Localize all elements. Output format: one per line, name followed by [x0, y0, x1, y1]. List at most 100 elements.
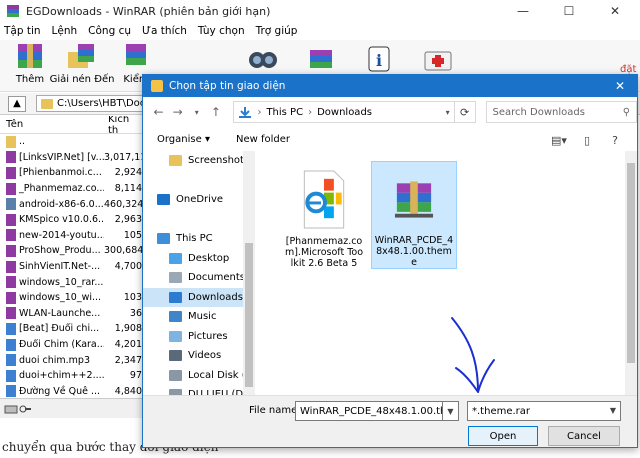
file-view[interactable]: [Phanmemaz.com].Microsoft Toolkit 2.6 Be… [255, 151, 637, 395]
recent-chevron-icon[interactable]: ▾ [189, 108, 204, 117]
chevron-right-icon: › [308, 106, 313, 118]
breadcrumb-this-pc[interactable]: This PC [266, 107, 303, 118]
file-name-dropdown[interactable]: ▼ [443, 401, 459, 421]
rar-file-icon [6, 182, 16, 195]
minimize-button[interactable]: — [500, 0, 546, 22]
nav-item-label: Screenshots [188, 155, 250, 167]
file-size: 300,684 [104, 245, 144, 257]
column-name[interactable]: Tên [0, 119, 104, 130]
file-name-cell: _Phanmemaz.co... [0, 182, 104, 195]
file-view-scroll-thumb[interactable] [627, 163, 635, 363]
search-input[interactable]: Search Downloads ⚲ [485, 101, 638, 123]
file-size: 103 [123, 292, 142, 304]
nav-item-local-disk-c[interactable]: Local Disk (C:) [143, 366, 255, 386]
table-row[interactable]: Đường Về Quê ... 4,840 [0, 384, 150, 399]
table-row[interactable]: SinhVienIT.Net-... 4,700 [0, 259, 150, 275]
file-size: 2,924 [114, 167, 142, 179]
nav-item-label: Documents [188, 272, 246, 284]
nav-item-music[interactable]: Music [143, 307, 255, 327]
cancel-button[interactable]: Cancel [548, 426, 620, 446]
nav-item-videos[interactable]: Videos [143, 346, 255, 366]
nav-item-downloads[interactable]: Downloads [143, 287, 255, 307]
folder-up-icon [6, 135, 16, 148]
dialog-close-button[interactable]: ✕ [615, 79, 625, 93]
table-row[interactable]: duoi+chim++2.... 97 [0, 368, 150, 384]
menu-help[interactable]: Trợ giúp [256, 25, 298, 37]
nav-item-documents[interactable]: Documents [143, 268, 255, 288]
menu-bar: Tập tin Lệnh Công cụ Ưa thích Tùy chọn T… [0, 22, 640, 40]
table-row[interactable]: windows_10_rar... [0, 274, 150, 290]
extract-to-button[interactable]: Giải nén Đến [50, 42, 114, 85]
breadcrumb-downloads[interactable]: Downloads [317, 107, 372, 118]
dialog-title: Chọn tập tin giao diện [169, 80, 286, 92]
change-view-icon[interactable]: ▤▾ [549, 133, 569, 147]
table-row[interactable]: [LinksVIP.Net] [v...3,017,117 [0, 150, 150, 166]
maximize-button[interactable]: ☐ [546, 0, 592, 22]
table-row[interactable]: windows_10_wi... 103 [0, 290, 150, 306]
file-type-select[interactable]: *.theme.rar ▼ [467, 401, 621, 421]
nav-item-this-pc[interactable]: This PC [143, 229, 255, 249]
nav-item-desktop[interactable]: Desktop [143, 249, 255, 269]
navigation-scroll-thumb[interactable] [245, 243, 253, 387]
menu-tools[interactable]: Công cụ [88, 25, 131, 37]
file-tile-toolkit[interactable]: [Phanmemaz.com].Microsoft Toolkit 2.6 Be… [281, 161, 367, 269]
table-row[interactable]: .. [0, 134, 150, 150]
audio-file-icon [6, 354, 16, 367]
file-view-scrollbar[interactable] [625, 151, 637, 395]
close-button[interactable]: ✕ [592, 0, 638, 22]
table-row[interactable]: KMSpico v10.0.6... 2,963 [0, 212, 150, 228]
file-name: _Phanmemaz.co... [19, 183, 104, 195]
file-name: WLAN-Launche... [19, 307, 101, 319]
up-arrow-icon[interactable]: ↑ [208, 105, 223, 119]
table-row[interactable]: Đuổi Chim (Kara... 4,201 [0, 337, 150, 353]
navigation-pane[interactable]: Screenshots OneDrive This PC Desktop Documen… [143, 151, 255, 395]
up-folder-button[interactable]: ▲ [8, 95, 26, 112]
table-row[interactable]: _Phanmemaz.co... 8,114 [0, 181, 150, 197]
winrar-archive-icon [394, 181, 434, 218]
nav-item-label: Videos [188, 350, 222, 362]
refresh-button[interactable]: ⟳ [454, 101, 476, 123]
table-row[interactable]: ProShow_Produ... 300,684 [0, 243, 150, 259]
table-row[interactable]: android-x86-6.0... 460,324 [0, 196, 150, 212]
rar-file-icon [6, 307, 16, 320]
wizard-icon[interactable] [304, 44, 338, 74]
file-name: Đường Về Quê ... [19, 385, 101, 397]
menu-file[interactable]: Tập tin [4, 25, 41, 37]
table-row[interactable]: new-2014-youtu... 105 [0, 228, 150, 244]
breadcrumb[interactable]: › This PC › Downloads ▾ [233, 101, 455, 123]
table-row[interactable]: [Beat] Đuổi chi... 1,908 [0, 321, 150, 337]
find-icon[interactable] [246, 44, 280, 74]
table-row[interactable]: WLAN-Launche... 36 [0, 306, 150, 322]
downloads-icon [169, 291, 182, 303]
menu-favorites[interactable]: Ưa thích [142, 25, 187, 37]
table-row[interactable]: duoi chim.mp3 2,347 [0, 352, 150, 368]
new-folder-button[interactable]: New folder [236, 134, 290, 145]
forward-arrow-icon[interactable]: → [170, 105, 185, 119]
svg-text:i: i [376, 51, 382, 70]
nav-item-screenshots[interactable]: Screenshots [143, 151, 255, 171]
repair-icon[interactable] [422, 44, 454, 74]
rar-file-icon [6, 244, 16, 257]
navigation-scrollbar[interactable] [243, 151, 255, 395]
info-icon[interactable]: i [364, 44, 394, 74]
desktop-icon [169, 252, 182, 264]
menu-options[interactable]: Tùy chọn [198, 25, 245, 37]
organise-button[interactable]: Organise ▾ [157, 134, 210, 145]
file-tile-winrar-theme[interactable]: WinRAR_PCDE_48x48.1.00.theme [371, 161, 457, 269]
drive-key-icon [4, 405, 31, 413]
file-name-input[interactable]: WinRAR_PCDE_48x48.1.00.theme [295, 401, 443, 421]
table-row[interactable]: [Phienbanmoi.c... 2,924 [0, 165, 150, 181]
file-name-cell: windows_10_rar... [0, 276, 104, 289]
chevron-down-icon[interactable]: ▾ [446, 108, 450, 117]
column-size[interactable]: Kích th [104, 116, 144, 136]
open-button[interactable]: Open [468, 426, 538, 446]
back-arrow-icon[interactable]: ← [151, 105, 166, 119]
file-list[interactable]: Tên Kích th .. [LinksVIP.Net] [v... 3,017,… [0, 116, 150, 398]
preview-pane-icon[interactable]: ▯ [577, 133, 597, 147]
menu-commands[interactable]: Lệnh [52, 25, 78, 37]
nav-item-pictures[interactable]: Pictures [143, 327, 255, 347]
help-icon[interactable]: ? [605, 133, 625, 147]
nav-item-du-lieu-d[interactable]: DU LIEU (D:) [143, 385, 255, 395]
nav-item-onedrive[interactable]: OneDrive [143, 190, 255, 210]
file-size: 2,963 [114, 214, 142, 226]
